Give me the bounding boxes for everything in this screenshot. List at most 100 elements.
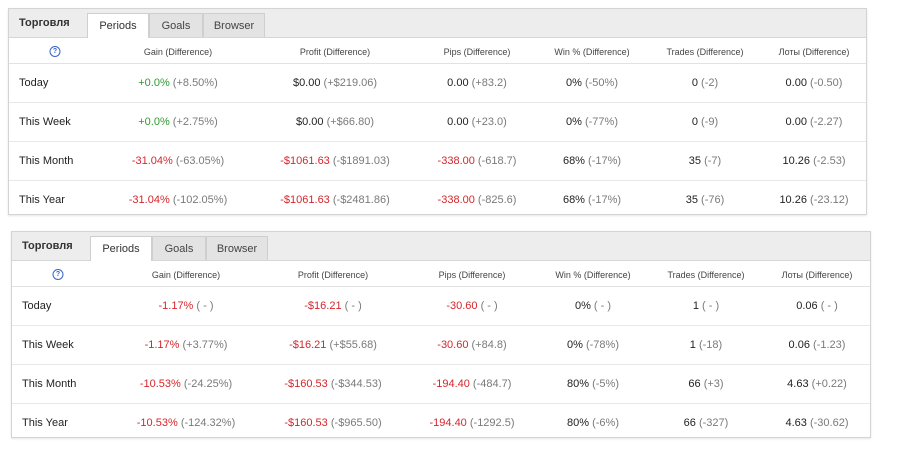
tab-browser[interactable]: Browser <box>206 236 268 260</box>
cell-value: -$16.21 <box>289 339 327 351</box>
cell-value: -$16.21 <box>304 300 342 312</box>
cell-value: -31.04% <box>128 194 170 206</box>
cell-value: -30.60 <box>446 300 478 312</box>
cell-difference: (-78%) <box>585 339 619 351</box>
trades-cell: 0 (-2) <box>692 77 718 89</box>
cell-difference: (-17%) <box>588 155 622 167</box>
col-header-profit: Profit (Difference) <box>299 47 371 57</box>
cell-difference: (-327) <box>698 417 729 429</box>
cell-difference: ( - ) <box>344 300 362 312</box>
cell-difference: (-0.50) <box>810 77 843 89</box>
panel-tabbar: Торговля Periods Goals Browser <box>9 9 866 38</box>
cell-difference: ( - ) <box>480 300 498 312</box>
win-cell: 80% (-5%) <box>567 378 619 390</box>
cell-value: -338.00 <box>437 194 475 206</box>
cell-value: 0.06 <box>796 300 818 312</box>
trading-stats-panel: Торговля Periods Goals Browser ? Gain (D… <box>8 8 867 215</box>
cell-difference: (-23.12) <box>810 194 849 206</box>
cell-difference: (-6%) <box>592 417 619 429</box>
help-icon[interactable]: ? <box>49 46 61 57</box>
win-cell: 0% (-78%) <box>567 339 619 351</box>
cell-value: -30.60 <box>437 339 469 351</box>
cell-value: 0.00 <box>785 77 807 89</box>
table-row: This Month -31.04% (-63.05%) -$1061.63 (-$… <box>9 142 866 181</box>
cell-value: 10.26 <box>782 155 811 167</box>
trading-stats-panel: Торговля Periods Goals Browser ? Gain (D… <box>11 231 871 438</box>
cell-value: 35 <box>685 194 698 206</box>
cell-difference: (-9) <box>701 116 719 128</box>
cell-difference: (-7) <box>704 155 722 167</box>
gain-cell: +0.0% (+2.75%) <box>138 116 218 128</box>
row-period-label: This Month <box>22 378 77 390</box>
cell-difference: (-$1891.03) <box>332 155 390 167</box>
lots-cell: 4.63 (-30.62) <box>785 417 848 429</box>
cell-value: 35 <box>688 155 702 167</box>
cell-difference: (-5%) <box>592 378 619 390</box>
trades-cell: 66 (-327) <box>684 417 729 429</box>
row-period-label: Today <box>22 300 52 312</box>
col-header-lots: Лоты (Difference) <box>781 270 853 280</box>
cell-value: -$160.53 <box>284 417 328 429</box>
col-header-win: Win % (Difference) <box>554 47 630 57</box>
cell-difference: (+2.75%) <box>172 116 218 128</box>
lots-cell: 0.06 ( - ) <box>796 300 838 312</box>
cell-difference: (+3) <box>703 378 724 390</box>
cell-value: 0% <box>567 339 583 351</box>
profit-cell: -$160.53 (-$344.53) <box>284 378 381 390</box>
tab-browser[interactable]: Browser <box>203 13 265 37</box>
gain-cell: -31.04% (-102.05%) <box>129 194 227 206</box>
pips-cell: -194.40 (-484.7) <box>433 378 512 390</box>
profit-cell: $0.00 (+$66.80) <box>296 116 374 128</box>
win-cell: 0% (-50%) <box>566 77 618 89</box>
col-header-lots: Лоты (Difference) <box>778 47 850 57</box>
tab-goals[interactable]: Goals <box>149 13 203 37</box>
row-period-label: This Year <box>22 417 68 429</box>
cell-value: -194.40 <box>432 378 470 390</box>
cell-value: -1.17% <box>158 300 194 312</box>
table-header: ? Gain (Difference) Profit (Difference) … <box>9 38 866 64</box>
cell-difference: (+83.2) <box>471 77 507 89</box>
cell-difference: (+$55.68) <box>329 339 377 351</box>
gain-cell: +0.0% (+8.50%) <box>138 77 218 89</box>
cell-value: 80% <box>567 417 590 429</box>
tab-periods[interactable]: Periods <box>87 13 149 38</box>
cell-difference: (-618.7) <box>477 155 517 167</box>
help-icon[interactable]: ? <box>52 269 64 280</box>
cell-value: 0.00 <box>785 116 807 128</box>
col-header-trades: Trades (Difference) <box>666 47 744 57</box>
cell-difference: (-2) <box>701 77 719 89</box>
cell-difference: (+23.0) <box>471 116 507 128</box>
cell-value: 0.06 <box>788 339 810 351</box>
lots-cell: 4.63 (+0.22) <box>787 378 847 390</box>
cell-value: -$160.53 <box>284 378 328 390</box>
cell-difference: (-63.05%) <box>175 155 225 167</box>
col-header-gain: Gain (Difference) <box>143 47 213 57</box>
row-period-label: This Week <box>19 116 71 128</box>
gain-cell: -1.17% (+3.77%) <box>145 339 228 351</box>
profit-cell: $0.00 (+$219.06) <box>293 77 377 89</box>
trades-cell: 35 (-7) <box>689 155 721 167</box>
cell-value: -194.40 <box>429 417 467 429</box>
cell-difference: ( - ) <box>593 300 612 312</box>
cell-difference: (-77%) <box>584 116 618 128</box>
table-row: Today -1.17% ( - ) -$16.21 ( - ) -30.60 ( -… <box>12 287 870 326</box>
table-row: This Week +0.0% (+2.75%) $0.00 (+$66.80) 0.… <box>9 103 866 142</box>
lots-cell: 0.00 (-0.50) <box>786 77 843 89</box>
trades-cell: 1 (-18) <box>690 339 722 351</box>
cell-value: 0.00 <box>447 116 469 128</box>
cell-difference: ( - ) <box>196 300 214 312</box>
table-header: ? Gain (Difference) Profit (Difference) … <box>12 261 870 287</box>
table-row: This Year -10.53% (-124.32%) -$160.53 (-$9… <box>12 404 870 442</box>
profit-cell: -$1061.63 (-$2481.86) <box>280 194 389 206</box>
cell-difference: (-1292.5) <box>469 417 515 429</box>
trades-cell: 1 ( - ) <box>693 300 719 312</box>
tab-periods[interactable]: Periods <box>90 236 152 261</box>
cell-difference: (+0.22) <box>811 378 847 390</box>
cell-difference: ( - ) <box>820 300 838 312</box>
gain-cell: -31.04% (-63.05%) <box>132 155 224 167</box>
trades-cell: 66 (+3) <box>688 378 723 390</box>
cell-value: $0.00 <box>292 77 321 89</box>
cell-value: 1 <box>689 339 696 351</box>
win-cell: 0% (-77%) <box>566 116 618 128</box>
tab-goals[interactable]: Goals <box>152 236 206 260</box>
